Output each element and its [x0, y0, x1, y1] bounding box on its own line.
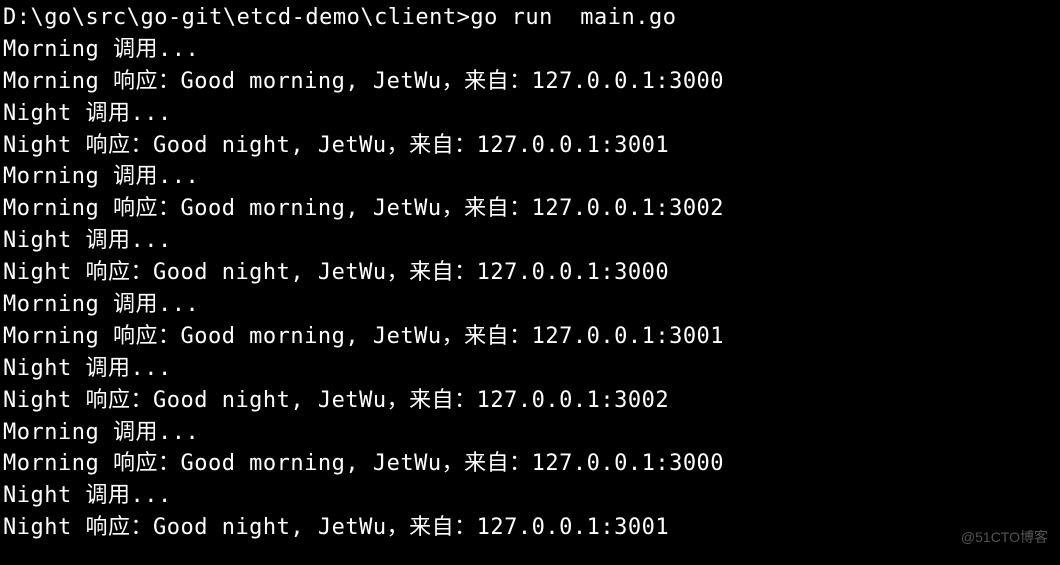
terminal-output-line: Morning 调用...	[3, 289, 1060, 321]
terminal-output-line: Night 响应：Good night, JetWu，来自：127.0.0.1:…	[3, 130, 1060, 162]
terminal-output-line: Night 调用...	[3, 480, 1060, 512]
terminal-prompt-line[interactable]: D:\go\src\go-git\etcd-demo\client>go run…	[3, 2, 1060, 34]
terminal-output-line: Night 调用...	[3, 353, 1060, 385]
terminal-output-line: Morning 响应：Good morning, JetWu，来自：127.0.…	[3, 321, 1060, 353]
terminal-output-line: Morning 响应：Good morning, JetWu，来自：127.0.…	[3, 193, 1060, 225]
terminal-output-line: Morning 响应：Good morning, JetWu，来自：127.0.…	[3, 66, 1060, 98]
terminal-output-line: Night 调用...	[3, 98, 1060, 130]
watermark-text: @51CTO博客	[961, 527, 1048, 547]
terminal-output-line: Morning 调用...	[3, 417, 1060, 449]
terminal-output-line: Night 响应：Good night, JetWu，来自：127.0.0.1:…	[3, 385, 1060, 417]
terminal-output-line: Night 调用...	[3, 225, 1060, 257]
terminal-output-line: Night 响应：Good night, JetWu，来自：127.0.0.1:…	[3, 512, 1060, 544]
prompt-path: D:\go\src\go-git\etcd-demo\client>	[3, 5, 470, 30]
terminal-output-line: Morning 响应：Good morning, JetWu，来自：127.0.…	[3, 448, 1060, 480]
command-text: go run main.go	[470, 5, 676, 30]
terminal-output-line: Morning 调用...	[3, 161, 1060, 193]
terminal-output-line: Morning 调用...	[3, 34, 1060, 66]
terminal-output-line: Night 响应：Good night, JetWu，来自：127.0.0.1:…	[3, 257, 1060, 289]
